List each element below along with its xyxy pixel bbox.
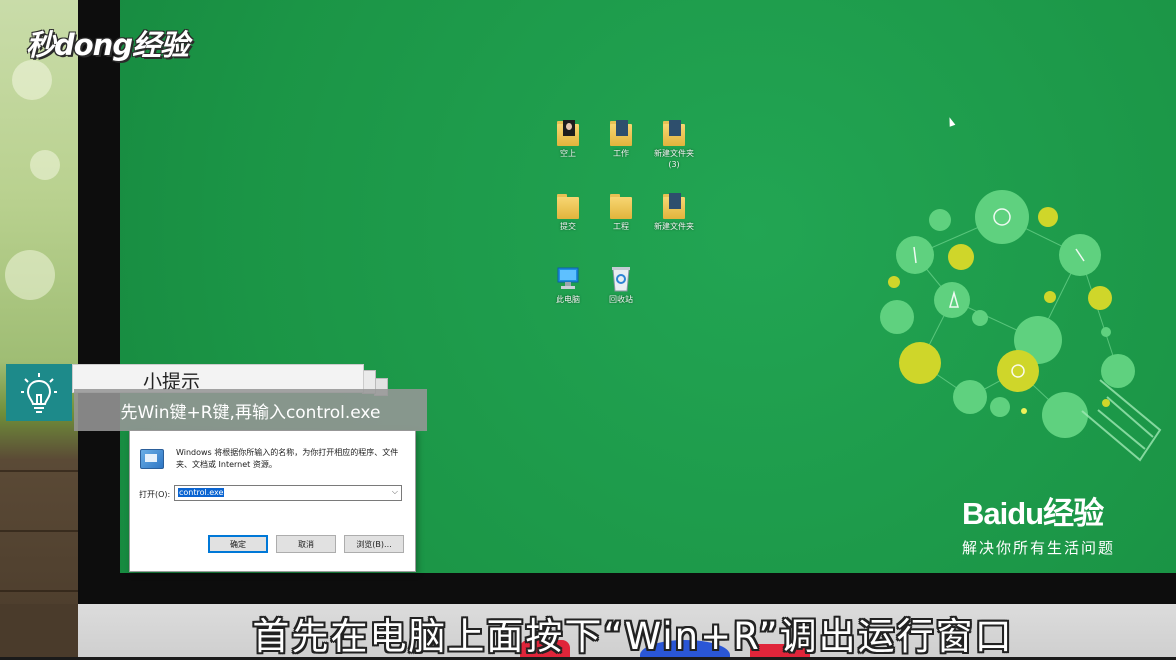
desktop-icon-tijiao[interactable]: 提交 — [540, 191, 596, 232]
desktop-icon-label: 回收站 — [609, 295, 633, 304]
baidu-watermark: Baidu经验 解决你所有生活问题 — [962, 488, 1115, 558]
ok-button[interactable]: 确定 — [208, 535, 268, 553]
baidu-brand-text: Baidu经验 — [962, 496, 1104, 531]
desktop-icon-kongshang[interactable]: 空上 — [540, 118, 596, 159]
desktop-icon-label: 工作 — [613, 149, 629, 158]
bokeh-light — [12, 60, 52, 100]
desktop-icon-gongcheng[interactable]: 工程 — [593, 191, 649, 232]
cancel-button[interactable]: 取消 — [276, 535, 336, 553]
recycle-bin-icon — [608, 264, 634, 294]
tip-text: 先Win键+R键,再输入control.exe — [120, 402, 381, 423]
wood-plank-line — [0, 470, 78, 472]
open-input-value[interactable]: control.exe — [178, 488, 225, 497]
desktop-icon-this-pc[interactable]: 此电脑 — [540, 264, 596, 305]
desktop-icon-gongzuo[interactable]: 工作 — [593, 118, 649, 159]
folder-icon — [661, 191, 687, 221]
open-field-label: 打开(O): — [139, 490, 171, 499]
tip-text-bar: 先Win键+R键,再输入control.exe — [74, 389, 427, 431]
run-dialog[interactable]: Windows 将根据你所输入的名称，为你打开相应的程序、文件夹、文档或 Int… — [129, 430, 416, 572]
bokeh-light — [5, 250, 55, 300]
tip-icon-box — [6, 364, 72, 421]
baidu-slogan: 解决你所有生活问题 — [962, 539, 1116, 557]
lightbulb-icon — [21, 372, 57, 413]
desktop-icon-label: 新建文件夹 (3) — [654, 149, 694, 169]
desktop-icon-label: 新建文件夹 — [654, 222, 694, 231]
folder-icon — [661, 118, 687, 148]
desktop-icon-label: 空上 — [560, 149, 576, 158]
brand-logo: 秒dong经验 — [26, 28, 189, 62]
browse-button[interactable]: 浏览(B)... — [344, 535, 404, 553]
folder-icon — [608, 191, 634, 221]
wood-plank-line — [0, 530, 78, 532]
bokeh-light — [30, 150, 60, 180]
run-dialog-description: Windows 将根据你所输入的名称，为你打开相应的程序、文件夹、文档或 Int… — [176, 448, 399, 469]
open-input[interactable]: control.exe ⌵ — [174, 485, 402, 501]
folder-icon — [608, 118, 634, 148]
chevron-down-icon[interactable]: ⌵ — [392, 487, 398, 497]
nature-background-strip — [0, 0, 78, 657]
run-app-icon — [140, 449, 164, 469]
desktop-icon-recycle-bin[interactable]: 回收站 — [593, 264, 649, 305]
folder-icon — [555, 191, 581, 221]
desktop-icon-label: 提交 — [560, 222, 576, 231]
desktop-icon-new-folder-3[interactable]: 新建文件夹 (3) — [646, 118, 702, 170]
wood-plank-line — [0, 590, 78, 592]
desktop-icon-label: 此电脑 — [556, 295, 580, 304]
lightbulb-decoration-icon — [880, 190, 1162, 462]
desktop-icon-label: 工程 — [613, 222, 629, 231]
computer-icon — [555, 264, 581, 294]
folder-icon — [555, 118, 581, 148]
desktop-icon-new-folder[interactable]: 新建文件夹 — [646, 191, 702, 232]
subtitle-caption: 首先在电脑上面按下“Win+R”调出运行窗口 — [252, 615, 1014, 658]
